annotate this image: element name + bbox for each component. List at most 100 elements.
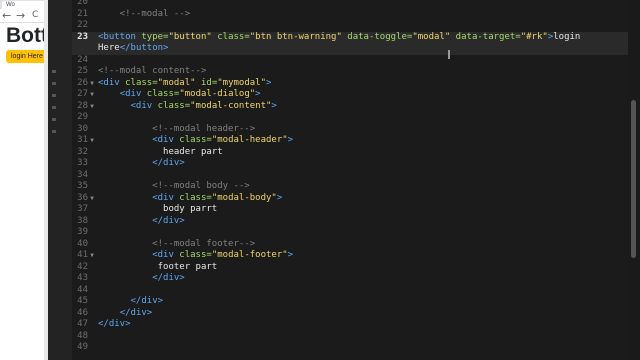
fold-arrow-icon[interactable]: ▼ (88, 193, 96, 205)
code-line[interactable]: 25 <!--modal content--> (72, 66, 628, 78)
code-line[interactable]: 33 </div> (72, 158, 628, 170)
code-line[interactable]: 35 <!--modal body --> (72, 181, 628, 193)
code-token: <button (98, 31, 136, 42)
code-text: </div> (98, 273, 185, 285)
line-number: 21 (77, 8, 88, 19)
fold-arrow-icon[interactable]: ▼ (88, 250, 96, 262)
code-line[interactable]: 42 footer part (72, 262, 628, 274)
login-here-button[interactable]: login Here (6, 50, 48, 63)
fold-arrow-icon[interactable]: ▼ (88, 135, 96, 147)
code-text: <div class="modal-footer"> (98, 250, 293, 262)
text-cursor-pointer (448, 50, 450, 59)
code-line[interactable]: Here</button> (72, 43, 628, 55)
code-line[interactable]: 34 (72, 170, 628, 182)
code-line[interactable]: 22 (72, 20, 628, 32)
code-token: </div> (152, 158, 185, 168)
code-line[interactable]: 48 (72, 331, 628, 343)
code-text: <!--modal body --> (98, 181, 250, 193)
code-line[interactable]: 21 <!--modal --> (72, 9, 628, 21)
line-number: 24 (77, 54, 88, 65)
line-number: 35 (77, 181, 88, 191)
code-token: id= (195, 77, 218, 88)
code-token: "modal-body" (211, 192, 277, 203)
code-token: > (271, 100, 277, 111)
line-number: 26 (77, 77, 88, 88)
code-line[interactable]: 41 ▼ <div class="modal-footer"> (72, 250, 628, 262)
code-token: type= (135, 31, 169, 42)
code-line[interactable]: 24 (72, 55, 628, 67)
code-text: </div> (98, 216, 185, 228)
tree-item[interactable] (52, 118, 56, 121)
forward-arrow-icon[interactable]: → (16, 9, 25, 22)
code-line[interactable]: 36 ▼ <div class="modal-body"> (72, 193, 628, 205)
tree-item[interactable] (52, 70, 56, 73)
code-line[interactable]: 20 (72, 0, 628, 9)
code-line[interactable]: 28 ▼ <div class="modal-content"> (72, 101, 628, 113)
code-token: class= (152, 100, 191, 111)
code-token: <!--modal content--> (98, 66, 207, 76)
code-editor[interactable]: 20 21 <!--modal --> 22 23 <button type="butt… (72, 0, 628, 360)
editor-scrollbar[interactable] (628, 0, 640, 360)
reload-icon[interactable]: C (32, 9, 38, 22)
code-token: <div (98, 77, 120, 88)
tree-item[interactable] (52, 130, 56, 133)
tree-item[interactable] (52, 94, 56, 97)
line-number: 23 (77, 31, 88, 42)
code-text: body parrt (98, 204, 217, 216)
code-token: > (255, 89, 261, 99)
browser-nav-bar: ← → C (0, 9, 48, 23)
tree-item[interactable] (52, 82, 56, 85)
tree-item[interactable] (52, 106, 56, 109)
browser-tab[interactable]: Wo (2, 1, 46, 9)
fold-arrow-icon[interactable]: ▼ (88, 78, 96, 90)
code-line[interactable]: 32 header part (72, 147, 628, 159)
fold-arrow-icon[interactable]: ▼ (88, 89, 96, 101)
code-line[interactable]: 39 (72, 227, 628, 239)
code-line[interactable]: 44 (72, 285, 628, 297)
line-number: 20 (77, 0, 88, 7)
code-text: </div> (98, 296, 164, 308)
code-line[interactable]: 47 </div> (72, 319, 628, 331)
code-line[interactable]: 49 (72, 342, 628, 354)
code-line[interactable]: 46 </div> (72, 308, 628, 320)
code-text: <div class="modal-dialog"> (98, 89, 261, 101)
code-line[interactable]: 37 body parrt (72, 204, 628, 216)
code-token: Here (98, 43, 120, 53)
code-token: <div (152, 135, 174, 145)
code-line[interactable]: 45 </div> (72, 296, 628, 308)
line-number: 49 (77, 342, 88, 352)
line-number: 38 (77, 215, 88, 226)
scrollbar-thumb[interactable] (631, 100, 636, 258)
line-number: 45 (77, 296, 88, 306)
code-token: <div (119, 89, 142, 99)
code-line[interactable]: 40 <!--modal footer--> (72, 239, 628, 251)
code-token: </div> (98, 319, 131, 329)
code-line[interactable]: 38 </div> (72, 216, 628, 228)
code-token: <div (152, 192, 174, 203)
line-number: 40 (77, 238, 88, 249)
line-number: 29 (77, 112, 88, 122)
code-text: <div class="modal-body"> (98, 193, 282, 205)
code-line[interactable]: 26 ▼ <div class="modal" id="mymodal"> (72, 78, 628, 90)
line-number: 44 (77, 284, 88, 295)
code-line[interactable]: 23 <button type="button" class="btn btn-w… (72, 31, 628, 44)
code-text: Here</button> (98, 43, 168, 55)
code-token: </div> (152, 273, 185, 283)
code-line[interactable]: 27 ▼ <div class="modal-dialog"> (72, 89, 628, 101)
code-line[interactable]: 43 </div> (72, 273, 628, 285)
code-text: <!--modal footer--> (98, 239, 255, 251)
fold-arrow-icon[interactable]: ▼ (88, 101, 96, 113)
code-line[interactable]: 30 <!--modal header--> (72, 124, 628, 136)
code-text: <button type="button" class="btn btn-war… (98, 32, 580, 44)
code-line[interactable]: 29 (72, 112, 628, 124)
code-line[interactable]: 31 ▼ <div class="modal-header"> (72, 135, 628, 147)
code-text: <!--modal --> (98, 9, 190, 21)
code-token: "modal" (412, 31, 451, 42)
back-arrow-icon[interactable]: ← (2, 9, 11, 22)
line-number: 43 (77, 273, 88, 283)
line-number: 25 (77, 66, 88, 76)
